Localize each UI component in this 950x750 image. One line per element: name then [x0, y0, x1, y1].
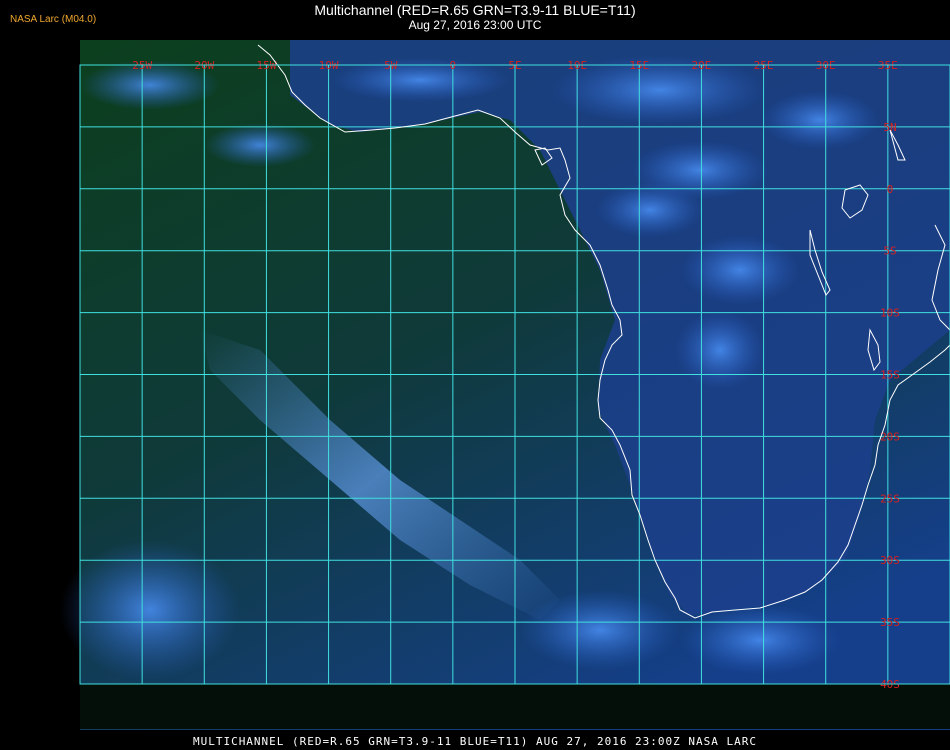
bottom-strip [80, 684, 950, 729]
latitude-label: 30S [880, 554, 900, 567]
latitude-label: 10S [880, 307, 900, 320]
latitude-label: 5S [883, 245, 896, 258]
latitude-label: 0 [887, 183, 894, 196]
latitude-label: 35S [880, 616, 900, 629]
latitude-label: 15S [880, 369, 900, 382]
latitude-label: 20S [880, 430, 900, 443]
latitude-label: 25S [880, 492, 900, 505]
satellite-map: 25W20W15W10W5W05E10E15E20E25E30E35E5N05S… [60, 40, 950, 730]
footer-caption: MULTICHANNEL (RED=R.65 GRN=T3.9-11 BLUE=… [192, 735, 758, 748]
latitude-label: 5N [883, 121, 896, 134]
